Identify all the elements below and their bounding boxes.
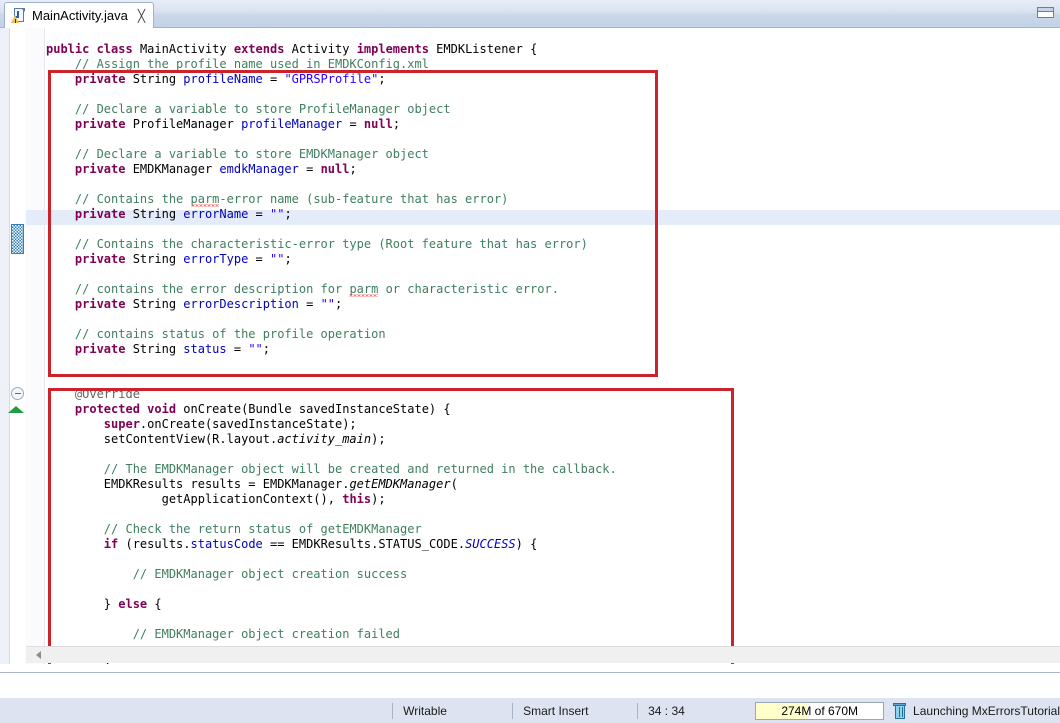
trash-can-icon[interactable] [893,703,906,719]
vertical-ruler-marker[interactable] [11,224,24,254]
tab-label: MainActivity.java [32,8,128,23]
source-code[interactable]: public class MainActivity extends Activi… [46,42,617,673]
restore-view-button[interactable] [1037,7,1054,18]
heap-label: 274M of 670M [756,703,883,719]
java-file-warning-icon [11,8,26,23]
status-writable: Writable [393,704,512,718]
horizontal-scrollbar[interactable] [26,646,1060,663]
status-bar: Writable Smart Insert 34 : 34 274M of 67… [0,697,1060,723]
editor-bottom-edge [0,664,1060,673]
heap-status-indicator[interactable]: 274M of 670M [755,702,884,720]
status-cursor-position: 34 : 34 [638,704,737,718]
status-insert-mode: Smart Insert [513,704,637,718]
code-editor[interactable]: public class MainActivity extends Activi… [0,28,1060,673]
editor-tab-bar: MainActivity.java ╳ [0,0,1060,28]
vertical-ruler-gutter[interactable] [0,28,10,673]
green-triangle-marker [8,406,24,413]
tab-mainactivity-java[interactable]: MainActivity.java ╳ [4,2,154,28]
annotation-ruler[interactable] [11,28,25,673]
status-launch-message: Launching MxErrorsTutorial [906,704,1060,718]
folding-ruler[interactable] [25,28,45,673]
fold-collapse-icon[interactable] [11,387,24,400]
close-icon[interactable]: ╳ [138,10,145,22]
scroll-left-arrow-icon[interactable] [36,651,41,659]
